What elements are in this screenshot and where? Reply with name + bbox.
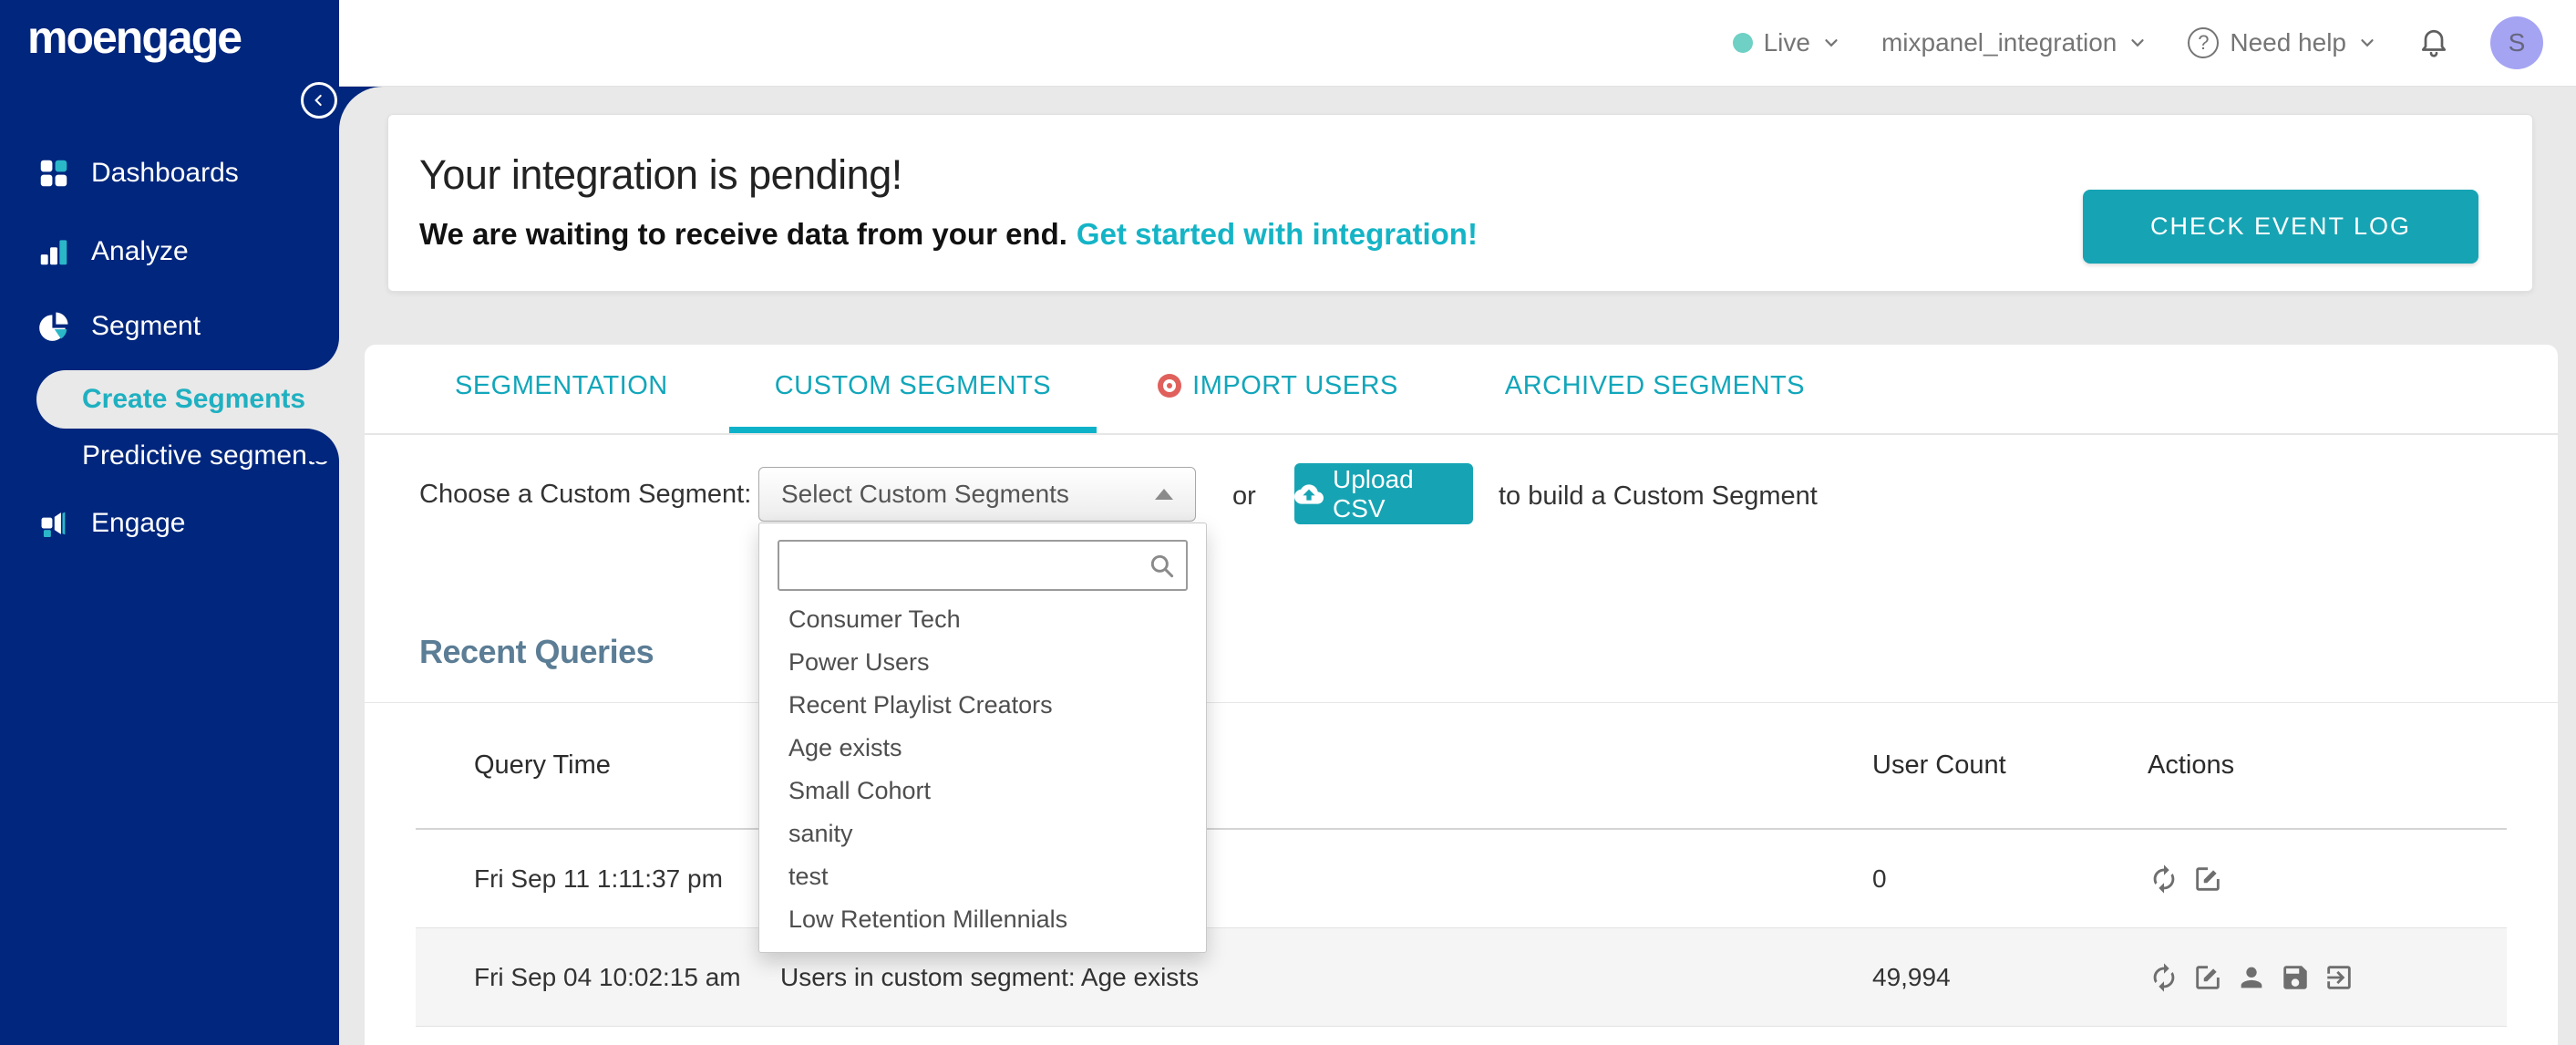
query-time-cell: Fri Sep 04 10:02:15 am bbox=[474, 962, 741, 991]
edit-icon[interactable] bbox=[2191, 961, 2224, 994]
sidebar: moengage Dashboards Analyze Segment Crea… bbox=[0, 0, 339, 1045]
main-content: Your integration is pending! We are wait… bbox=[339, 87, 2576, 1045]
tab-import-users-label: IMPORT USERS bbox=[1192, 370, 1398, 400]
tab-import-users[interactable]: IMPORT USERS bbox=[1112, 345, 1444, 433]
help-icon: ? bbox=[2188, 27, 2220, 58]
table-row: Fri Sep 11 1:11:37 pm 0 bbox=[416, 830, 2507, 928]
sidebar-item-analyze[interactable]: Analyze bbox=[0, 222, 339, 281]
dropdown-option[interactable]: Small Cohort bbox=[759, 770, 1206, 812]
sidebar-item-segment[interactable]: Segment bbox=[0, 297, 339, 356]
topbar: Live mixpanel_integration ? Need help S bbox=[339, 0, 2576, 87]
dropdown-search bbox=[778, 540, 1188, 591]
dropdown-option[interactable]: Recent Playlist Creators bbox=[759, 684, 1206, 727]
table-header-row: Query Time User Count Actions bbox=[416, 702, 2507, 830]
user-count-cell: 49,994 bbox=[1872, 962, 1951, 991]
actions-cell bbox=[2148, 961, 2507, 994]
refresh-icon[interactable] bbox=[2148, 961, 2180, 994]
upload-csv-label: Upload CSV bbox=[1332, 464, 1414, 522]
check-event-log-button[interactable]: CHECK EVENT LOG bbox=[2083, 190, 2478, 264]
recent-queries-title: Recent Queries bbox=[419, 633, 654, 670]
get-started-link[interactable]: Get started with integration! bbox=[1077, 217, 1478, 251]
select-value: Select Custom Segments bbox=[781, 480, 1069, 508]
pie-chart-icon bbox=[39, 312, 68, 341]
search-icon bbox=[1150, 554, 1174, 578]
sidebar-curve-top bbox=[306, 337, 339, 370]
query-cell: Users in custom segment: Age exists bbox=[780, 962, 1200, 991]
tab-segmentation[interactable]: SEGMENTATION bbox=[409, 345, 714, 433]
need-help-label: Need help bbox=[2230, 28, 2346, 57]
user-count-cell: 0 bbox=[1872, 864, 1887, 893]
build-segment-text: to build a Custom Segment bbox=[1499, 481, 1818, 511]
sidebar-item-label: Engage bbox=[91, 508, 186, 538]
column-header-query-time: Query Time bbox=[474, 750, 611, 780]
banner-message: We are waiting to receive data from your… bbox=[419, 217, 1478, 252]
dropdown-option[interactable]: Low Retention Millennials bbox=[759, 898, 1206, 941]
environment-switcher[interactable]: Live bbox=[1732, 28, 1841, 57]
table-row: Fri Sep 04 10:02:15 am Users in custom s… bbox=[416, 928, 2507, 1027]
need-help-menu[interactable]: ? Need help bbox=[2188, 27, 2377, 58]
custom-segments-dropdown: Consumer Tech Power Users Recent Playlis… bbox=[758, 522, 1207, 953]
environment-label: Live bbox=[1763, 28, 1810, 57]
save-icon[interactable] bbox=[2279, 961, 2312, 994]
actions-cell bbox=[2148, 863, 2507, 895]
grid-icon bbox=[40, 160, 67, 187]
recent-queries-table: Query Time User Count Actions Fri Sep 11… bbox=[416, 702, 2507, 1027]
sidebar-item-create-segments[interactable]: Create Segments bbox=[36, 370, 339, 429]
chevron-down-icon bbox=[2131, 39, 2144, 47]
dropdown-search-input[interactable] bbox=[779, 542, 1186, 589]
moengage-logo: moengage bbox=[27, 12, 242, 63]
sidebar-item-engage[interactable]: Engage bbox=[0, 494, 339, 553]
integration-pending-banner: Your integration is pending! We are wait… bbox=[387, 114, 2533, 292]
or-text: or bbox=[1232, 481, 1256, 511]
user-avatar[interactable]: S bbox=[2490, 16, 2543, 69]
sidebar-item-dashboards[interactable]: Dashboards bbox=[0, 144, 339, 202]
chevron-down-icon bbox=[2361, 39, 2374, 47]
notifications-button[interactable] bbox=[2417, 26, 2450, 59]
refresh-icon[interactable] bbox=[2148, 863, 2180, 895]
cloud-upload-icon bbox=[1294, 483, 1324, 504]
choose-segment-label: Choose a Custom Segment: bbox=[419, 480, 752, 509]
triangle-up-icon bbox=[1155, 489, 1173, 500]
column-header-actions: Actions bbox=[2148, 750, 2235, 780]
sidebar-item-label: Dashboards bbox=[91, 158, 239, 188]
dropdown-option[interactable]: test bbox=[759, 855, 1206, 898]
query-time-cell: Fri Sep 11 1:11:37 pm bbox=[474, 864, 723, 893]
sidebar-item-label: Create Segments bbox=[82, 384, 306, 414]
tab-archived-segments[interactable]: ARCHIVED SEGMENTS bbox=[1459, 345, 1850, 433]
segment-tabs: SEGMENTATION CUSTOM SEGMENTS IMPORT USER… bbox=[365, 345, 2558, 435]
edit-icon[interactable] bbox=[2191, 863, 2224, 895]
export-icon[interactable] bbox=[2323, 961, 2355, 994]
sidebar-item-predictive-segments[interactable]: Predictive segments bbox=[0, 429, 339, 483]
segments-card: SEGMENTATION CUSTOM SEGMENTS IMPORT USER… bbox=[365, 345, 2558, 1045]
record-dot-icon bbox=[1158, 374, 1182, 398]
chevron-left-icon bbox=[314, 94, 322, 107]
sidebar-curve-bottom bbox=[306, 429, 339, 461]
workspace-switcher[interactable]: mixpanel_integration bbox=[1881, 28, 2148, 57]
user-icon[interactable] bbox=[2235, 961, 2268, 994]
sidebar-item-label: Predictive segments bbox=[82, 440, 329, 471]
live-status-dot-icon bbox=[1732, 33, 1753, 53]
dropdown-option[interactable]: sanity bbox=[759, 812, 1206, 855]
banner-title: Your integration is pending! bbox=[419, 151, 902, 198]
workspace-label: mixpanel_integration bbox=[1880, 28, 2117, 57]
sidebar-item-label: Segment bbox=[91, 311, 201, 341]
column-header-user-count: User Count bbox=[1872, 750, 2006, 780]
dropdown-option[interactable]: Consumer Tech bbox=[759, 598, 1206, 641]
dropdown-option[interactable]: Age exists bbox=[759, 727, 1206, 770]
banner-message-text: We are waiting to receive data from your… bbox=[419, 217, 1067, 251]
tab-custom-segments[interactable]: CUSTOM SEGMENTS bbox=[728, 345, 1097, 433]
avatar-initial: S bbox=[2508, 28, 2526, 57]
bar-chart-icon bbox=[40, 240, 67, 265]
bell-icon bbox=[2421, 29, 2447, 57]
upload-csv-button[interactable]: Upload CSV bbox=[1294, 463, 1473, 524]
dropdown-option[interactable]: Power Users bbox=[759, 641, 1206, 684]
megaphone-icon bbox=[41, 512, 66, 538]
sidebar-item-label: Analyze bbox=[91, 236, 189, 266]
chevron-down-icon bbox=[1825, 39, 1838, 47]
sidebar-collapse-button[interactable] bbox=[301, 82, 337, 119]
custom-segment-select[interactable]: Select Custom Segments bbox=[758, 467, 1196, 522]
